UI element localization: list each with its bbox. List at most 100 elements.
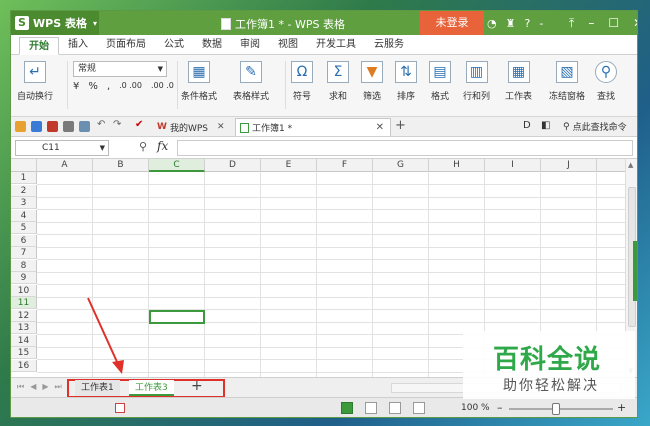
row-header[interactable]: 8 bbox=[11, 259, 37, 272]
row-header[interactable]: 13 bbox=[11, 322, 37, 334]
column-header[interactable]: E bbox=[261, 159, 317, 172]
tab-data[interactable]: 数据 bbox=[193, 36, 231, 54]
tab-view[interactable]: 视图 bbox=[269, 36, 307, 54]
app-menu-button[interactable]: S WPS 表格 ▾ bbox=[11, 11, 99, 35]
tab-insert[interactable]: 插入 bbox=[59, 36, 97, 54]
tab-home[interactable]: 开始 bbox=[19, 37, 59, 55]
zoom-slider[interactable] bbox=[509, 408, 613, 410]
name-box[interactable]: C11 ▼ bbox=[15, 140, 109, 156]
find-button[interactable]: ⚲ 查找 bbox=[595, 61, 617, 102]
tab-workbook[interactable]: 工作簿1 * ✕ bbox=[235, 118, 391, 136]
shirt-icon[interactable]: ♜ bbox=[506, 17, 516, 30]
formula-input[interactable] bbox=[177, 140, 633, 156]
zoom-out-icon[interactable]: – bbox=[497, 401, 503, 414]
selected-cell[interactable] bbox=[149, 310, 205, 324]
sort-button[interactable]: ⇅ 排序 bbox=[395, 61, 417, 102]
help-icon[interactable]: ? bbox=[524, 17, 530, 30]
preview-icon[interactable] bbox=[79, 121, 90, 132]
row-header[interactable]: 14 bbox=[11, 334, 37, 347]
increase-decimal-button[interactable]: .0 .00 bbox=[119, 81, 142, 92]
scroll-up-icon[interactable]: ▲ bbox=[628, 161, 633, 169]
tab-cloud[interactable]: 云服务 bbox=[365, 36, 413, 54]
freeze-button[interactable]: ▧ 冻结窗格 bbox=[549, 61, 585, 102]
column-header[interactable]: G bbox=[373, 159, 429, 172]
login-button[interactable]: 未登录 bbox=[420, 11, 484, 35]
column-header[interactable]: H bbox=[429, 159, 485, 172]
tab-developer[interactable]: 开发工具 bbox=[307, 36, 365, 54]
table-style-button[interactable]: ✎ 表格样式 bbox=[233, 61, 269, 102]
row-header[interactable]: 12 bbox=[11, 309, 37, 322]
restore-ribbon-icon[interactable]: ⤒ bbox=[569, 16, 574, 31]
row-header[interactable]: 1 bbox=[11, 172, 37, 184]
filter-button[interactable]: ▼ 筛选 bbox=[361, 61, 383, 102]
row-header[interactable]: 6 bbox=[11, 234, 37, 247]
row-header[interactable]: 3 bbox=[11, 197, 37, 209]
thousands-button[interactable]: ‚ bbox=[107, 81, 110, 92]
decrease-decimal-button[interactable]: .00 .0 bbox=[151, 81, 174, 92]
side-panel-handle[interactable] bbox=[633, 241, 637, 301]
row-header[interactable]: 10 bbox=[11, 284, 37, 297]
sum-button[interactable]: Σ 求和 bbox=[327, 61, 349, 102]
symbol-button[interactable]: Ω 符号 bbox=[291, 61, 313, 102]
row-header[interactable]: 2 bbox=[11, 184, 37, 197]
zoom-in-icon[interactable]: + bbox=[617, 401, 626, 414]
prev-sheet-icon[interactable]: ◀ bbox=[30, 382, 36, 392]
select-all-corner[interactable] bbox=[11, 159, 37, 172]
close-icon[interactable]: ✕ bbox=[633, 16, 637, 30]
row-header[interactable]: 4 bbox=[11, 209, 37, 222]
layout-view-icon[interactable] bbox=[389, 402, 401, 414]
undo-icon[interactable]: ↶ bbox=[97, 119, 108, 130]
column-header-selected[interactable]: C bbox=[149, 159, 205, 172]
reading-view-icon[interactable] bbox=[413, 402, 425, 414]
sheet-tab[interactable]: 工作表1 bbox=[75, 380, 120, 396]
pdf-icon[interactable] bbox=[47, 121, 58, 132]
first-sheet-icon[interactable]: ⏮ bbox=[17, 382, 24, 392]
function-icon[interactable]: fx bbox=[157, 139, 168, 153]
row-header[interactable]: 7 bbox=[11, 247, 37, 259]
print-icon[interactable] bbox=[63, 121, 74, 132]
row-header[interactable]: 9 bbox=[11, 272, 37, 284]
row-header-selected[interactable]: 11 bbox=[11, 297, 37, 309]
wrap-text-button[interactable]: ↵ 自动换行 bbox=[17, 61, 53, 102]
column-header[interactable]: A bbox=[37, 159, 93, 172]
close-icon[interactable]: ✕ bbox=[376, 122, 384, 133]
upload-icon[interactable]: ◧ bbox=[541, 120, 550, 131]
sheet-tab-active[interactable]: 工作表3 bbox=[129, 380, 174, 396]
conditional-format-button[interactable]: ▦ 条件格式 bbox=[181, 61, 217, 102]
backup-icon[interactable]: D bbox=[523, 120, 531, 131]
last-sheet-icon[interactable]: ⏭ bbox=[55, 382, 62, 392]
row-col-button[interactable]: ▥ 行和列 bbox=[463, 61, 490, 102]
sheet-button[interactable]: ▦ 工作表 bbox=[505, 61, 532, 102]
currency-icon[interactable]: ¥ bbox=[73, 81, 79, 92]
tab-my-wps[interactable]: W 我的WPS ✕ bbox=[157, 119, 225, 135]
row-header[interactable]: 16 bbox=[11, 359, 37, 372]
minimize-icon[interactable]: – bbox=[588, 16, 594, 30]
open-icon[interactable] bbox=[15, 121, 26, 132]
row-header[interactable]: 5 bbox=[11, 222, 37, 234]
format-button[interactable]: ▤ 格式 bbox=[429, 61, 451, 102]
zoom-slider-handle[interactable] bbox=[551, 403, 560, 415]
column-header[interactable]: J bbox=[541, 159, 597, 172]
add-sheet-icon[interactable]: + bbox=[191, 378, 203, 394]
more-icon[interactable]: - bbox=[539, 17, 543, 30]
tab-review[interactable]: 审阅 bbox=[231, 36, 269, 54]
tab-formulas[interactable]: 公式 bbox=[155, 36, 193, 54]
normal-view-icon[interactable] bbox=[341, 402, 353, 414]
command-search[interactable]: ⚲ 点此查找命令 bbox=[563, 120, 627, 134]
page-break-view-icon[interactable] bbox=[365, 402, 377, 414]
macro-icon[interactable] bbox=[115, 403, 125, 413]
close-icon[interactable]: ✕ bbox=[217, 122, 225, 132]
save-icon[interactable] bbox=[31, 121, 42, 132]
next-sheet-icon[interactable]: ▶ bbox=[42, 382, 48, 392]
column-header[interactable]: D bbox=[205, 159, 261, 172]
skin-icon[interactable]: ◔ bbox=[487, 17, 497, 30]
row-header[interactable]: 15 bbox=[11, 347, 37, 359]
format-painter-icon[interactable]: ✔ bbox=[135, 119, 146, 130]
zoom-icon[interactable]: ⚲ bbox=[139, 140, 147, 153]
maximize-icon[interactable]: ☐ bbox=[608, 16, 619, 30]
column-header[interactable]: F bbox=[317, 159, 373, 172]
column-header[interactable]: B bbox=[93, 159, 149, 172]
new-tab-icon[interactable]: + bbox=[395, 118, 406, 133]
percent-button[interactable]: % bbox=[88, 81, 98, 92]
tab-page-layout[interactable]: 页面布局 bbox=[97, 36, 155, 54]
